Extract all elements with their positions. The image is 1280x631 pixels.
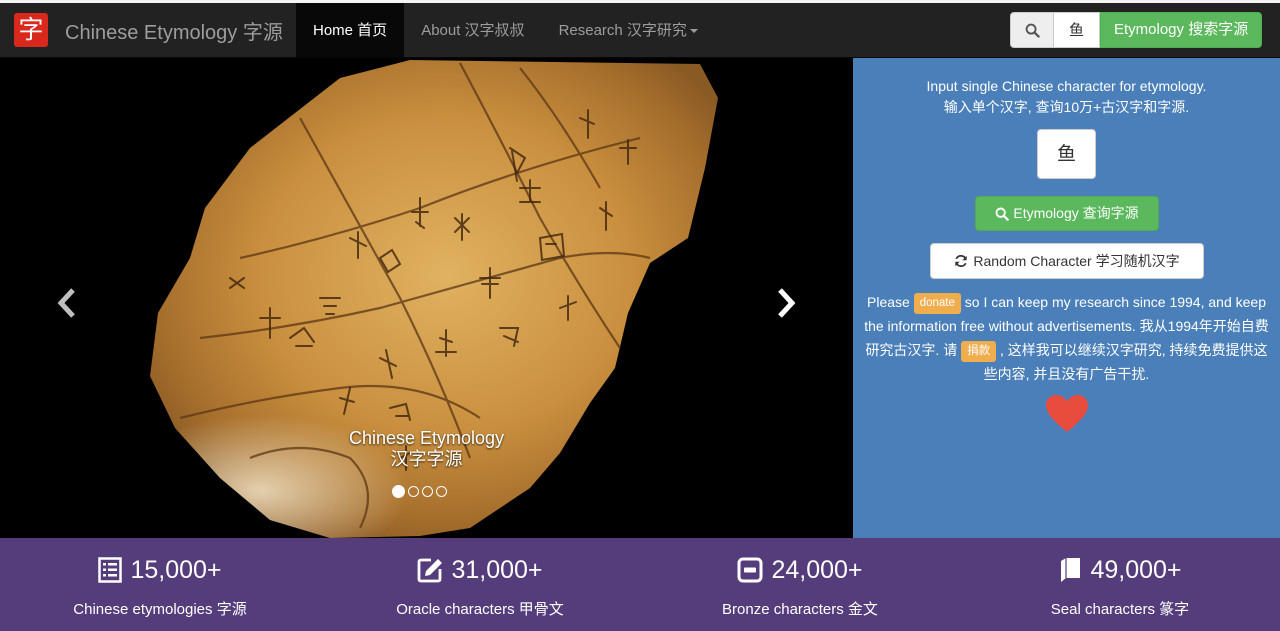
stat-oracle-label: Oracle characters 甲骨文 (396, 601, 564, 618)
stat-bronze-label: Bronze characters 金文 (722, 601, 878, 618)
nav-search-form: 鱼 Etymology 搜索字源 (1010, 12, 1263, 48)
carousel-next-button[interactable] (766, 283, 806, 323)
caption-line-en: Chinese Etymology (348, 428, 505, 448)
nav-item-about[interactable]: About 汉字叔叔 (404, 3, 541, 58)
etymology-search-button[interactable]: Etymology 搜索字源 (1100, 12, 1263, 48)
square-icon (737, 557, 763, 583)
stat-seal: 49,000+ Seal characters 篆字 (960, 538, 1280, 631)
stats-bar: 15,000+ Chinese etymologies 字源 31,000+ O… (0, 538, 1280, 631)
edit-icon (418, 558, 443, 583)
etymology-query-button[interactable]: Etymology 查询字源 (975, 196, 1159, 231)
top-navbar: 字 Chinese Etymology 字源 Home 首页 About 汉字叔… (0, 0, 1280, 58)
stat-seal-number: 49,000+ (960, 555, 1280, 585)
heart-icon-wrap[interactable] (1045, 394, 1089, 439)
stat-etymologies-number: 15,000+ (0, 555, 320, 585)
search-icon (1025, 23, 1040, 38)
search-input[interactable]: 鱼 (1054, 12, 1100, 48)
panel-intro: Input single Chinese character for etymo… (853, 76, 1280, 118)
donate-prefix: Please (867, 294, 910, 310)
stat-oracle-value: 31,000+ (451, 555, 543, 584)
stat-bronze: 24,000+ Bronze characters 金文 (640, 538, 960, 631)
character-input[interactable]: 鱼 (1037, 129, 1096, 179)
refresh-icon (955, 254, 968, 268)
etymology-query-label: Etymology 查询字源 (1013, 205, 1139, 221)
stat-etymologies-label: Chinese etymologies 字源 (73, 601, 247, 618)
carousel-indicator-1[interactable] (392, 485, 405, 498)
caption-line-zh: 汉字字源 (390, 449, 463, 469)
intro-zh: 输入单个汉字, 查询10万+古汉字和字源. (943, 99, 1190, 115)
stat-oracle: 31,000+ Oracle characters 甲骨文 (320, 538, 640, 631)
nav-item-research[interactable]: Research 汉字研究 (542, 3, 715, 58)
brand-logo-icon[interactable]: 字 (14, 13, 48, 47)
heart-icon (1046, 395, 1088, 432)
carousel-prev-button[interactable] (47, 283, 87, 323)
nav-item-research-label: Research 汉字研究 (558, 22, 687, 39)
carousel: Chinese Etymology 汉字字源 (0, 58, 853, 538)
donate-zh-suffix: , 这样我可以继续汉字研究, 持续免费提供这些内容, 并且没有广告干扰. (983, 342, 1268, 382)
search-addon (1010, 12, 1054, 48)
list-icon (98, 557, 123, 583)
carousel-indicator-3[interactable] (422, 486, 433, 497)
search-input-value: 鱼 (1068, 21, 1084, 39)
carousel-indicators (392, 485, 447, 498)
donate-link[interactable]: donate (913, 293, 961, 314)
stat-oracle-number: 31,000+ (320, 555, 640, 585)
carousel-caption: Chinese Etymology 汉字字源 (320, 428, 533, 470)
search-icon (995, 207, 1010, 221)
donate-zh-link[interactable]: 捐款 (961, 341, 997, 362)
random-character-button[interactable]: Random Character 学习随机汉字 (930, 243, 1204, 279)
random-character-label: Random Character 学习随机汉字 (973, 253, 1180, 269)
carousel-indicator-2[interactable] (408, 486, 419, 497)
main-nav: Home 首页 About 汉字叔叔 Research 汉字研究 (296, 3, 715, 58)
chevron-right-icon (778, 288, 796, 318)
carousel-indicator-4[interactable] (436, 486, 447, 497)
stat-bronze-number: 24,000+ (640, 555, 960, 585)
intro-en: Input single Chinese character for etymo… (926, 78, 1207, 94)
chevron-left-icon (57, 288, 75, 318)
brand-link[interactable]: 字 Chinese Etymology 字源 (14, 13, 283, 47)
book-icon (1061, 558, 1081, 582)
stat-seal-value: 49,000+ (1090, 555, 1182, 584)
caret-down-icon (689, 29, 698, 34)
stat-etymologies-value: 15,000+ (130, 555, 222, 584)
search-panel: Input single Chinese character for etymo… (853, 58, 1280, 538)
brand-title[interactable]: Chinese Etymology 字源 (65, 16, 283, 45)
stat-bronze-value: 24,000+ (771, 555, 863, 584)
donate-message: Please donate so I can keep my research … (863, 290, 1270, 386)
stat-etymologies: 15,000+ Chinese etymologies 字源 (0, 538, 320, 631)
stat-seal-label: Seal characters 篆字 (1050, 601, 1190, 618)
nav-item-home[interactable]: Home 首页 (296, 3, 405, 58)
